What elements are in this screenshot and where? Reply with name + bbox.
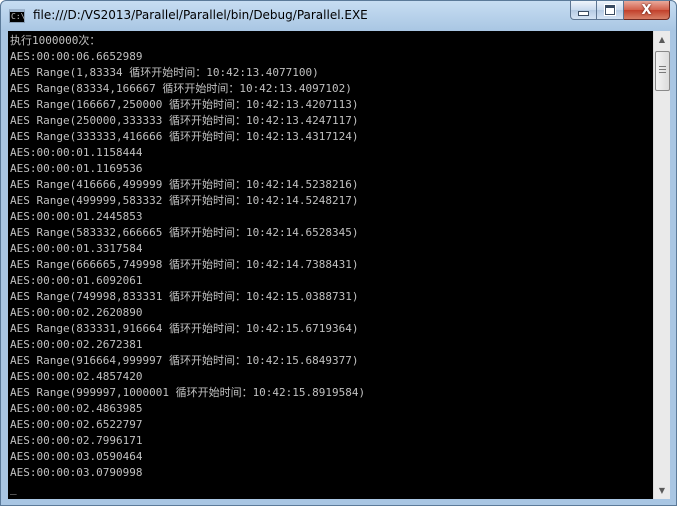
caption-buttons: X bbox=[570, 1, 670, 21]
console-line: AES Range(416666,499999 循环开始时间：10:42:14.… bbox=[10, 178, 359, 191]
console-line: AES Range(1,83334 循环开始时间：10:42:13.407710… bbox=[10, 66, 319, 79]
console-line: AES Range(333333,416666 循环开始时间：10:42:13.… bbox=[10, 130, 359, 143]
console-line: AES Range(749998,833331 循环开始时间：10:42:15.… bbox=[10, 290, 359, 303]
console-line: AES:00:00:01.1169536 bbox=[10, 162, 143, 175]
maximize-icon bbox=[605, 5, 615, 15]
console-line: AES Range(999997,1000001 循环开始时间：10:42:15… bbox=[10, 386, 366, 399]
console-line: AES Range(166667,250000 循环开始时间：10:42:13.… bbox=[10, 98, 359, 111]
console-line: AES Range(250000,333333 循环开始时间：10:42:13.… bbox=[10, 114, 359, 127]
console-client-area[interactable]: 执行1000000次： AES:00:00:06.6652989 AES Range… bbox=[8, 31, 670, 499]
minimize-button[interactable] bbox=[570, 1, 597, 20]
console-line: AES:00:00:02.2620890 bbox=[10, 306, 143, 319]
thumb-grip bbox=[659, 66, 666, 67]
scroll-down-icon[interactable]: ▼ bbox=[654, 482, 670, 499]
console-line: AES:00:00:02.4857420 bbox=[10, 370, 143, 383]
console-line: 执行1000000次： bbox=[10, 34, 101, 47]
console-line: _ bbox=[10, 482, 17, 495]
console-line: AES:00:00:02.7996171 bbox=[10, 434, 143, 447]
scrollbar-thumb[interactable] bbox=[655, 51, 670, 91]
console-line: AES Range(666665,749998 循环开始时间：10:42:14.… bbox=[10, 258, 359, 271]
console-line: AES Range(499999,583332 循环开始时间：10:42:14.… bbox=[10, 194, 359, 207]
maximize-button[interactable] bbox=[597, 1, 624, 20]
console-app-icon[interactable]: C:\ bbox=[9, 9, 25, 23]
vertical-scrollbar[interactable]: ▲ ▼ bbox=[653, 31, 670, 499]
console-line: AES Range(916664,999997 循环开始时间：10:42:15.… bbox=[10, 354, 359, 367]
scroll-up-icon[interactable]: ▲ bbox=[654, 31, 670, 48]
console-line: AES Range(833331,916664 循环开始时间：10:42:15.… bbox=[10, 322, 359, 335]
console-line: AES:00:00:02.6522797 bbox=[10, 418, 143, 431]
console-line: AES:00:00:02.2672381 bbox=[10, 338, 143, 351]
console-line: AES:00:00:02.4863985 bbox=[10, 402, 143, 415]
console-output[interactable]: 执行1000000次： AES:00:00:06.6652989 AES Range… bbox=[10, 33, 650, 497]
console-line: AES:00:00:01.3317584 bbox=[10, 242, 143, 255]
console-line: AES:00:00:01.1158444 bbox=[10, 146, 143, 159]
console-line: AES:00:00:01.2445853 bbox=[10, 210, 143, 223]
console-window: C:\ file:///D:/VS2013/Parallel/Parallel/… bbox=[0, 0, 677, 506]
thumb-grip bbox=[659, 69, 666, 70]
close-icon: X bbox=[641, 2, 652, 18]
console-line: AES Range(583332,666665 循环开始时间：10:42:14.… bbox=[10, 226, 359, 239]
console-line: AES Range(83334,166667 循环开始时间：10:42:13.4… bbox=[10, 82, 352, 95]
title-bar[interactable]: C:\ file:///D:/VS2013/Parallel/Parallel/… bbox=[1, 1, 676, 31]
thumb-grip bbox=[659, 72, 666, 73]
close-button[interactable]: X bbox=[624, 1, 670, 20]
console-line: AES:00:00:03.0790998 bbox=[10, 466, 143, 479]
console-line: AES:00:00:03.0590464 bbox=[10, 450, 143, 463]
console-line: AES:00:00:06.6652989 bbox=[10, 50, 143, 63]
window-title: file:///D:/VS2013/Parallel/Parallel/bin/… bbox=[33, 8, 368, 22]
minimize-icon bbox=[578, 10, 589, 16]
console-line: AES:00:00:01.6092061 bbox=[10, 274, 143, 287]
